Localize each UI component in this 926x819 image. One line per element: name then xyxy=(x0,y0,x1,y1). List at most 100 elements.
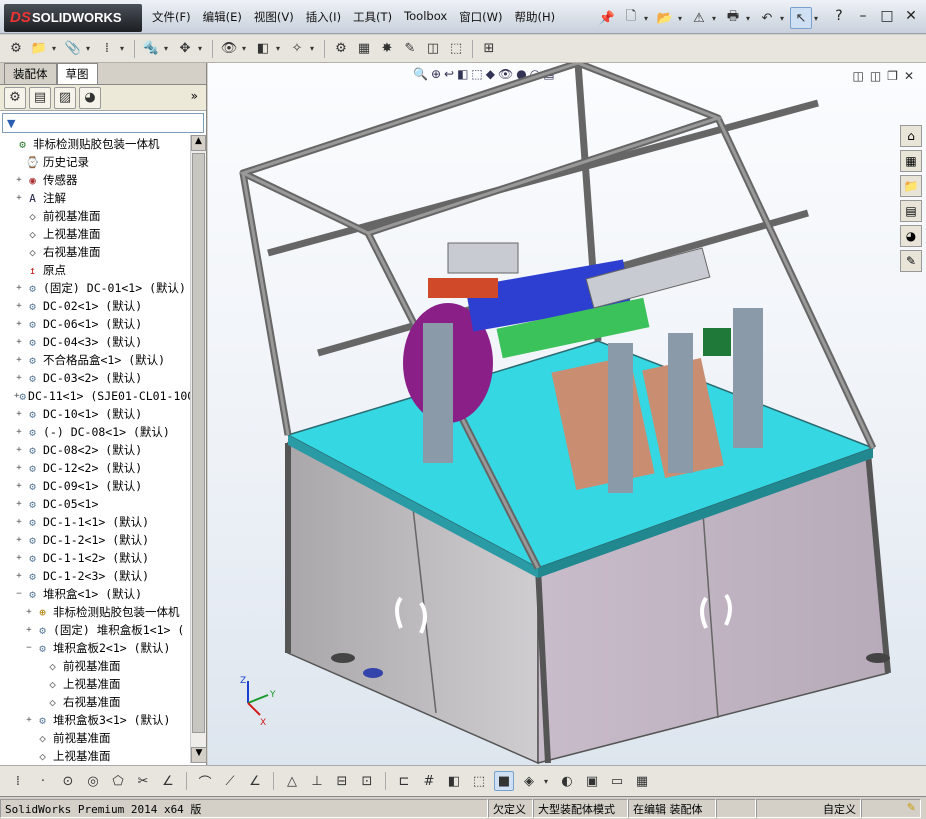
expand-icon[interactable]: + xyxy=(14,517,24,527)
expand-icon[interactable]: + xyxy=(14,319,24,329)
help-icon[interactable]: ? xyxy=(828,6,850,26)
tree-item[interactable]: + ⚙ DC-04<3> (默认) xyxy=(0,333,190,351)
configuration-manager-icon[interactable]: ▨ xyxy=(54,86,76,109)
solidworks-resources-icon[interactable]: ⌂ xyxy=(900,125,922,147)
menu-toolbox[interactable]: Toolbox xyxy=(398,6,453,30)
tree-item[interactable]: + ⚙ DC-08<2> (默认) xyxy=(0,441,190,459)
expand-icon[interactable]: + xyxy=(14,373,24,383)
minimize-button[interactable]: – xyxy=(852,6,874,26)
tree-item[interactable]: + ⚙ (固定) DC-01<1> (默认) xyxy=(0,279,190,297)
tree-item[interactable]: ◇ 上视基准面 xyxy=(0,225,190,243)
graphics-area[interactable]: 🔍 ⊕ ↩ ◧ ⬚ ◆ 👁 ● ◒ ▤ ◫ ◫ ❐ ✕ Z Y X ⌂ ▦ 📁 … xyxy=(208,63,926,765)
relation-icon[interactable]: ⊥ xyxy=(307,771,327,791)
chamfer-icon[interactable]: ⟋ xyxy=(220,771,240,791)
offset-icon[interactable]: ∠ xyxy=(245,771,265,791)
expand-icon[interactable]: + xyxy=(14,535,24,545)
solidworks-logo[interactable]: DS SOLIDWORKS xyxy=(4,4,142,32)
new-motion-study-icon[interactable]: ⚙ xyxy=(331,39,351,59)
large-assembly-icon[interactable]: ⊞ xyxy=(479,39,499,59)
tab-assembly[interactable]: 装配体 xyxy=(4,63,57,84)
scroll-down-icon[interactable]: ▼ xyxy=(191,747,207,763)
assembly-features-icon[interactable]: ◧ xyxy=(253,39,273,59)
tree-item[interactable]: + ⚙ DC-02<1> (默认) xyxy=(0,297,190,315)
menu-help[interactable]: 帮助(H) xyxy=(509,6,562,30)
bill-of-materials-icon[interactable]: ▦ xyxy=(354,39,374,59)
fix-icon[interactable]: ⊡ xyxy=(357,771,377,791)
expand-icon[interactable]: + xyxy=(14,193,24,203)
smart-fasteners-icon[interactable]: 🔩 xyxy=(141,39,161,59)
scroll-thumb[interactable] xyxy=(192,153,205,733)
menu-file[interactable]: 文件(F) xyxy=(146,6,197,30)
tree-item[interactable]: + ⚙ DC-12<2> (默认) xyxy=(0,459,190,477)
tree-item[interactable]: ↥ 原点 xyxy=(0,261,190,279)
dimension-icon[interactable]: ⊏ xyxy=(394,771,414,791)
grid-icon[interactable]: # xyxy=(419,771,439,791)
expand-icon[interactable]: + xyxy=(14,463,24,473)
fillet-icon[interactable]: ⌒ xyxy=(195,771,215,791)
expand-icon[interactable]: + xyxy=(24,625,34,635)
undo-icon[interactable]: ↶ xyxy=(756,7,778,29)
rebuild-icon[interactable]: ⚠ xyxy=(688,7,710,29)
print-icon[interactable]: 🖶 xyxy=(722,7,744,29)
show-hidden-icon[interactable]: 👁 xyxy=(219,39,239,59)
tree-item[interactable]: + ⚙ DC-1-1<1> (默认) xyxy=(0,513,190,531)
tree-item[interactable]: + ⚙ (-) DC-08<1> (默认) xyxy=(0,423,190,441)
maximize-button[interactable]: □ xyxy=(876,6,898,26)
expand-icon[interactable]: + xyxy=(14,553,24,563)
menu-edit[interactable]: 编辑(E) xyxy=(197,6,248,30)
tree-item[interactable]: + A 注解 xyxy=(0,189,190,207)
expand-icon[interactable]: + xyxy=(14,283,24,293)
tree-item[interactable]: + ⚙ 不合格品盒<1> (默认) xyxy=(0,351,190,369)
point-icon[interactable]: · xyxy=(33,771,53,791)
mate-icon[interactable]: 📎 xyxy=(63,39,83,59)
assembly-model[interactable]: Z Y X xyxy=(208,63,926,765)
tree-item[interactable]: ◇ 前视基准面 xyxy=(0,729,190,747)
rebuild-status-icon[interactable]: ✎ xyxy=(861,798,921,818)
expand-icon[interactable]: + xyxy=(14,445,24,455)
tree-item[interactable]: + ⚙ DC-09<1> (默认) xyxy=(0,477,190,495)
tree-filter[interactable]: ▼ xyxy=(2,113,204,133)
scene-icon[interactable]: ▣ xyxy=(582,771,602,791)
interference-detection-icon[interactable]: ◫ xyxy=(423,39,443,59)
expand-icon[interactable]: + xyxy=(24,715,34,725)
tree-item[interactable]: + ◉ 传感器 xyxy=(0,171,190,189)
tree-item[interactable]: + ⚙ DC-06<1> (默认) xyxy=(0,315,190,333)
tree-item[interactable]: ⚙ 非标检测贴胶包装一体机 xyxy=(0,135,190,153)
tree-item[interactable]: ⌚ 历史记录 xyxy=(0,153,190,171)
expand-icon[interactable]: + xyxy=(14,355,24,365)
collapse-icon[interactable]: − xyxy=(14,589,24,599)
tree-scrollbar[interactable]: ▲ ▼ xyxy=(190,135,207,763)
pin-icon[interactable]: 📌 xyxy=(596,7,618,29)
property-manager-icon[interactable]: ▤ xyxy=(29,86,51,109)
new-document-icon[interactable]: 🗋 xyxy=(620,7,642,29)
tree-item[interactable]: + ⚙ DC-1-1<2> (默认) xyxy=(0,549,190,567)
file-explorer-icon[interactable]: 📁 xyxy=(900,175,922,197)
tab-sketch[interactable]: 草图 xyxy=(56,63,98,84)
instant3d-icon[interactable]: ⬚ xyxy=(446,39,466,59)
tree-item[interactable]: + ⚙ DC-11<1> (SJE01-CL01-1000 xyxy=(0,387,190,405)
tile-window-icon[interactable]: ▭ xyxy=(607,771,627,791)
expand-icon[interactable]: + xyxy=(14,571,24,581)
menu-tools[interactable]: 工具(T) xyxy=(347,6,398,30)
explode-line-sketch-icon[interactable]: ✎ xyxy=(400,39,420,59)
menu-insert[interactable]: 插入(I) xyxy=(300,6,347,30)
menu-window[interactable]: 窗口(W) xyxy=(453,6,508,30)
expand-icon[interactable]: + xyxy=(14,175,24,185)
tree-item[interactable]: − ⚙ 堆积盒<1> (默认) xyxy=(0,585,190,603)
open-icon[interactable]: 📂 xyxy=(654,7,676,29)
tree-item[interactable]: + ⚙ (固定) 堆积盒板1<1> ( xyxy=(0,621,190,639)
edges-icon[interactable]: ◈ xyxy=(519,771,539,791)
section-icon[interactable]: ◧ xyxy=(444,771,464,791)
custom-properties-icon[interactable]: ✎ xyxy=(900,250,922,272)
expand-icon[interactable]: + xyxy=(14,481,24,491)
status-units[interactable]: 自定义 xyxy=(756,798,861,818)
expand-icon[interactable]: + xyxy=(14,337,24,347)
exploded-view-icon[interactable]: ✸ xyxy=(377,39,397,59)
linear-pattern-icon[interactable]: ⁞ xyxy=(97,39,117,59)
view-3d-icon[interactable]: ⬚ xyxy=(469,771,489,791)
tree-item[interactable]: + ⚙ DC-03<2> (默认) xyxy=(0,369,190,387)
tree-item[interactable]: + ⚙ DC-1-2<1> (默认) xyxy=(0,531,190,549)
expand-icon[interactable]: + xyxy=(24,607,34,617)
scroll-up-icon[interactable]: ▲ xyxy=(191,135,206,151)
tree-item[interactable]: ◇ 上视基准面 xyxy=(0,747,190,763)
